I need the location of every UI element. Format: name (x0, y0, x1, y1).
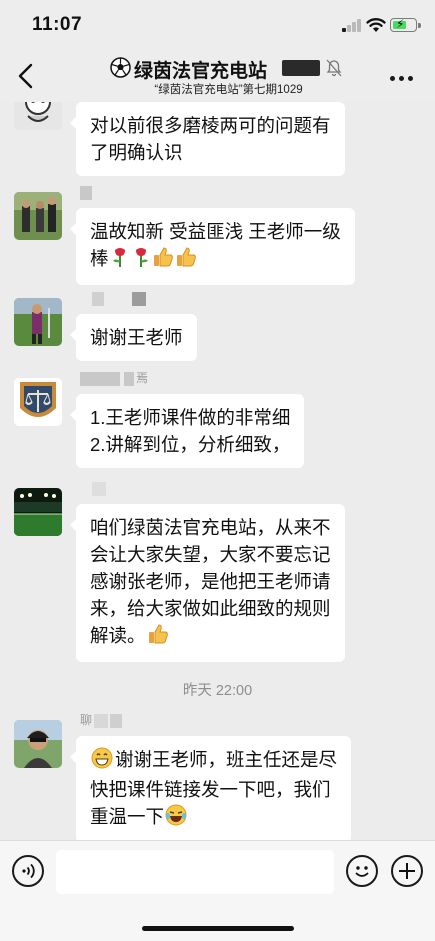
avatar-photo-image (14, 720, 62, 768)
message-bubble[interactable]: 咱们绿茵法官充电站，从来不 会让大家失望，大家不要忘记 感谢张老师，是他把王老师… (70, 504, 345, 662)
home-indicator (142, 926, 294, 931)
title-redaction (282, 60, 320, 76)
avatar-photo-image (14, 298, 62, 346)
chat-title-group[interactable]: 绿茵法官充电站 (110, 56, 350, 82)
message-timestamp: 昨天 22:00 (182, 683, 253, 699)
sender-name-redacted: 焉 (80, 371, 150, 386)
status-time: 11:07 (32, 14, 83, 35)
message-bubble[interactable]: 1.王老师课件做的非常细 2.讲解到位，分析细致， (69, 394, 305, 468)
grin-emoji-icon (91, 747, 113, 776)
message-text: 咱们绿茵法官充电站，从来不 会让大家失望，大家不要忘记 感谢张老师，是他把王老师… (90, 517, 331, 646)
avatar[interactable] (14, 378, 62, 426)
battery-icon: ⚡ (390, 17, 421, 32)
avatar-stadium-image (14, 488, 62, 536)
avatar[interactable] (14, 488, 62, 536)
soccer-ball-icon (110, 57, 131, 78)
chat-subtitle: “绿茵法官充电站”第七期1029 (154, 84, 303, 96)
chat-area[interactable]: 对以前很多磨棱两可的问题有 了明确认识 温故知新 受益匪浅 王老师一级 棒 谢谢… (0, 102, 435, 840)
avatar[interactable] (14, 192, 62, 240)
message-bubble[interactable]: 对以前很多磨棱两可的问题有 了明确认识 (70, 102, 345, 176)
thumbs-up-icon (152, 246, 174, 275)
avatar[interactable] (14, 720, 62, 768)
message-bubble[interactable]: 谢谢王老师，班主任还是尽 快把课件链接发一下吧，我们 重温一下 (69, 736, 352, 840)
sender-name-redacted (92, 292, 152, 306)
laugh-cry-emoji-icon (165, 804, 187, 833)
message-text: 谢谢王老师，班主任还是尽 快把课件链接发一下吧，我们 重温一下 (90, 749, 338, 827)
message-bubble[interactable]: 温故知新 受益匪浅 王老师一级 棒 (70, 208, 355, 285)
signal-icon (342, 19, 362, 32)
wifi-icon (366, 18, 386, 32)
sender-name-redacted (80, 186, 94, 200)
chat-header: 绿茵法官充电站 “绿茵法官充电站”第七期1029 (0, 50, 435, 102)
rose-icon (131, 246, 151, 275)
avatar-justice-scale-image (14, 378, 62, 426)
thumbs-up-icon (147, 623, 169, 652)
status-bar: 11:07 ⚡ (0, 0, 435, 50)
more-dots-icon[interactable] (390, 76, 414, 84)
sender-name-redacted: 聊 (80, 713, 130, 728)
avatar[interactable] (14, 298, 62, 346)
message-input[interactable] (56, 850, 334, 894)
plus-icon[interactable] (391, 855, 423, 887)
voice-icon[interactable] (12, 855, 44, 887)
message-bubble[interactable]: 谢谢王老师 (70, 314, 197, 361)
avatar[interactable] (14, 102, 62, 130)
emoji-icon[interactable] (346, 855, 378, 887)
avatar-photo-image (14, 192, 62, 240)
thumbs-up-icon (175, 246, 197, 275)
rose-icon (110, 246, 130, 275)
avatar-cartoon-image (14, 102, 62, 130)
mute-bell-icon (326, 59, 342, 77)
sender-name-redacted (92, 482, 112, 496)
chat-title: 绿茵法官充电站 (134, 61, 268, 82)
